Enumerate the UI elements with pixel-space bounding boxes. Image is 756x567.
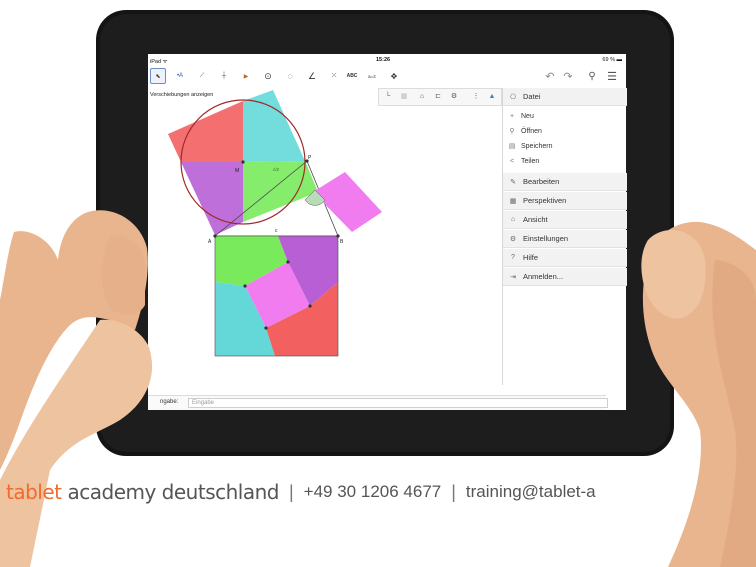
move-view-icon[interactable]: ✥: [386, 68, 402, 84]
reflect-icon[interactable]: ⤫: [326, 68, 342, 84]
show-moves-hint[interactable]: Verschiebungen anzeigen: [150, 92, 213, 98]
menu-item-label: Speichern: [521, 142, 553, 150]
separator-1: |: [288, 481, 294, 502]
help-icon: ?: [511, 254, 515, 261]
edit-icon: ✎: [510, 178, 516, 186]
menu-section-file[interactable]: ⎔ Datei: [503, 88, 627, 106]
menu-item-share[interactable]: < Teilen: [503, 154, 627, 168]
search-icon: ⚲: [509, 128, 515, 135]
geogebra-toolbar: ⬉ •A ⟋ ┼ ▶ ⊙ ◌ ∠ ⤫ ABC a=2 ✥ ↶ ↷ ⚲ ☰: [148, 66, 626, 86]
slider-icon[interactable]: a=2: [364, 68, 380, 84]
point-icon[interactable]: •A: [172, 68, 188, 84]
grid-icon[interactable]: ▦: [399, 92, 409, 102]
pointer-icon[interactable]: ⬉: [150, 68, 166, 84]
menu-section-perspectives[interactable]: ▦ Perspektiven: [503, 192, 627, 210]
separator-2: |: [451, 481, 456, 502]
plus-icon: +: [509, 112, 515, 120]
menu-section-edit[interactable]: ✎ Bearbeiten: [503, 173, 627, 191]
line-icon[interactable]: ⟋: [194, 68, 210, 84]
more-icon[interactable]: ⋮: [471, 92, 481, 102]
menu-item-new[interactable]: + Neu: [503, 109, 627, 123]
menu-section-settings[interactable]: ⚙ Einstellungen: [503, 230, 627, 248]
view-icon: ⌂: [510, 216, 516, 223]
ellipse-icon[interactable]: ◌: [282, 68, 298, 84]
menu-item-open[interactable]: ⚲ Öffnen: [503, 124, 627, 138]
menu-file-label: Datei: [523, 92, 541, 101]
email-address: training@tablet-a: [465, 482, 596, 501]
ios-status-bar: iPad ᯤ 15:26 69 % ▬: [148, 56, 626, 66]
axes-icon[interactable]: └: [383, 92, 393, 102]
device-label: iPad ᯤ: [150, 59, 168, 65]
menu-section-label: Einstellungen: [523, 234, 569, 243]
label-half: c/2: [273, 167, 280, 172]
point-capture-icon[interactable]: ⊏: [433, 92, 443, 102]
save-icon: ▤: [508, 143, 516, 150]
circle-icon[interactable]: ⊙: [260, 68, 276, 84]
signin-icon: ⇥: [510, 273, 516, 281]
perspectives-icon: ▦: [509, 197, 517, 205]
settings-icon: ⚙: [509, 235, 517, 243]
clock: 15:26: [376, 57, 391, 63]
menu-item-save[interactable]: ▤ Speichern: [503, 139, 627, 153]
menu-section-view[interactable]: ⌂ Ansicht: [503, 211, 627, 229]
input-bar: ngabe: Eingabe: [148, 395, 608, 410]
text-icon[interactable]: ABC: [344, 68, 360, 84]
search-icon[interactable]: ⚲: [584, 68, 600, 84]
battery-status: 69 % ▬: [602, 57, 622, 63]
menu-item-label: Neu: [521, 112, 534, 120]
menu-section-label: Perspektiven: [523, 196, 567, 205]
settings-icon[interactable]: ⚙: [449, 92, 459, 102]
menu-section-label: Hilfe: [523, 253, 539, 262]
polygon-icon[interactable]: ▶: [238, 68, 254, 84]
menu-section-label: Bearbeiten: [523, 177, 560, 186]
label-M: M: [235, 168, 239, 174]
phone-number: +49 30 1206 4677: [303, 482, 442, 501]
share-icon: <: [509, 157, 515, 165]
menu-section-label: Ansicht: [523, 215, 548, 224]
perpendicular-icon[interactable]: ┼: [216, 68, 232, 84]
menu-item-label: Teilen: [521, 157, 540, 165]
main-menu-icon[interactable]: ☰: [604, 68, 620, 84]
style-bar: └ ▦ ⌂ ⊏ ⚙ ⋮ ▲: [378, 88, 502, 106]
angle-icon[interactable]: ∠: [304, 68, 320, 84]
brand-academy: academy deutschland: [67, 480, 280, 504]
home-icon[interactable]: ⌂: [417, 92, 427, 102]
redo-icon[interactable]: ↷: [560, 68, 576, 84]
input-label: ngabe:: [160, 399, 179, 405]
undo-icon[interactable]: ↶: [542, 68, 558, 84]
menu-section-signin[interactable]: ⇥ Anmelden...: [503, 268, 627, 286]
footer-banner: tablet academy deutschland | +49 30 1206…: [6, 480, 596, 504]
brand-tablet: tablet: [6, 480, 62, 504]
menu-item-label: Öffnen: [521, 127, 542, 135]
file-icon: ⎔: [509, 93, 517, 101]
menu-section-help[interactable]: ? Hilfe: [503, 249, 627, 267]
perspective-icon[interactable]: ▲: [487, 92, 497, 102]
menu-section-label: Anmelden...: [523, 272, 564, 281]
main-menu-panel: ⎔ Datei + Neu ⚲ Öffnen ▤ Speichern < Tei…: [502, 88, 627, 385]
input-field[interactable]: Eingabe: [188, 398, 608, 408]
